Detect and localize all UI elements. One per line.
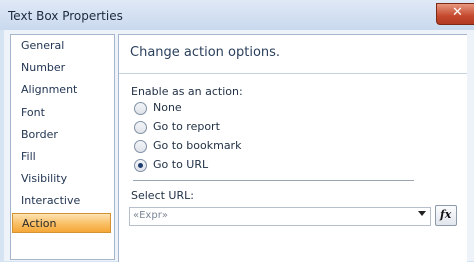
nav-item-visibility[interactable]: Visibility [12,169,111,189]
nav-item-fill[interactable]: Fill [12,147,111,167]
nav-item-font[interactable]: Font [12,103,111,123]
close-button[interactable]: ✕ [436,3,474,25]
expression-button[interactable]: fx [435,205,457,226]
close-icon: ✕ [452,5,463,20]
action-panel: Change action options. Enable as an acti… [118,34,467,262]
radio-none-label[interactable]: None [153,101,182,114]
url-combobox-value: «Expr» [133,210,168,221]
category-list: General Number Alignment Font Border Fil… [10,34,115,260]
radio-go-to-url-label[interactable]: Go to URL [153,158,208,171]
radio-none-circle[interactable] [134,102,147,115]
nav-item-number[interactable]: Number [12,58,111,78]
radio-go-to-bookmark-circle[interactable] [134,140,147,153]
select-url-label: Select URL: [131,189,194,202]
radio-go-to-report-label[interactable]: Go to report [153,120,220,133]
radio-go-to-url-circle[interactable] [134,159,147,172]
enable-action-label: Enable as an action: [131,85,243,98]
heading-divider [119,73,467,74]
radio-go-to-bookmark-label[interactable]: Go to bookmark [153,139,241,152]
nav-item-border[interactable]: Border [12,125,111,145]
panel-heading: Change action options. [130,45,281,60]
url-combobox[interactable]: «Expr» [129,207,431,226]
nav-item-general[interactable]: General [12,36,111,56]
nav-item-interactive-sorting[interactable]: Interactive Sorting [12,191,111,227]
window-title: Text Box Properties [8,9,123,23]
radio-go-to-report-circle[interactable] [134,121,147,134]
nav-item-alignment[interactable]: Alignment [12,80,111,100]
title-bar: Text Box Properties [0,0,474,30]
chevron-down-icon[interactable] [418,211,426,216]
nav-item-action[interactable]: Action [12,213,111,233]
fx-icon: fx [440,208,452,221]
radio-selected-dot [138,163,143,168]
options-divider [133,180,414,181]
